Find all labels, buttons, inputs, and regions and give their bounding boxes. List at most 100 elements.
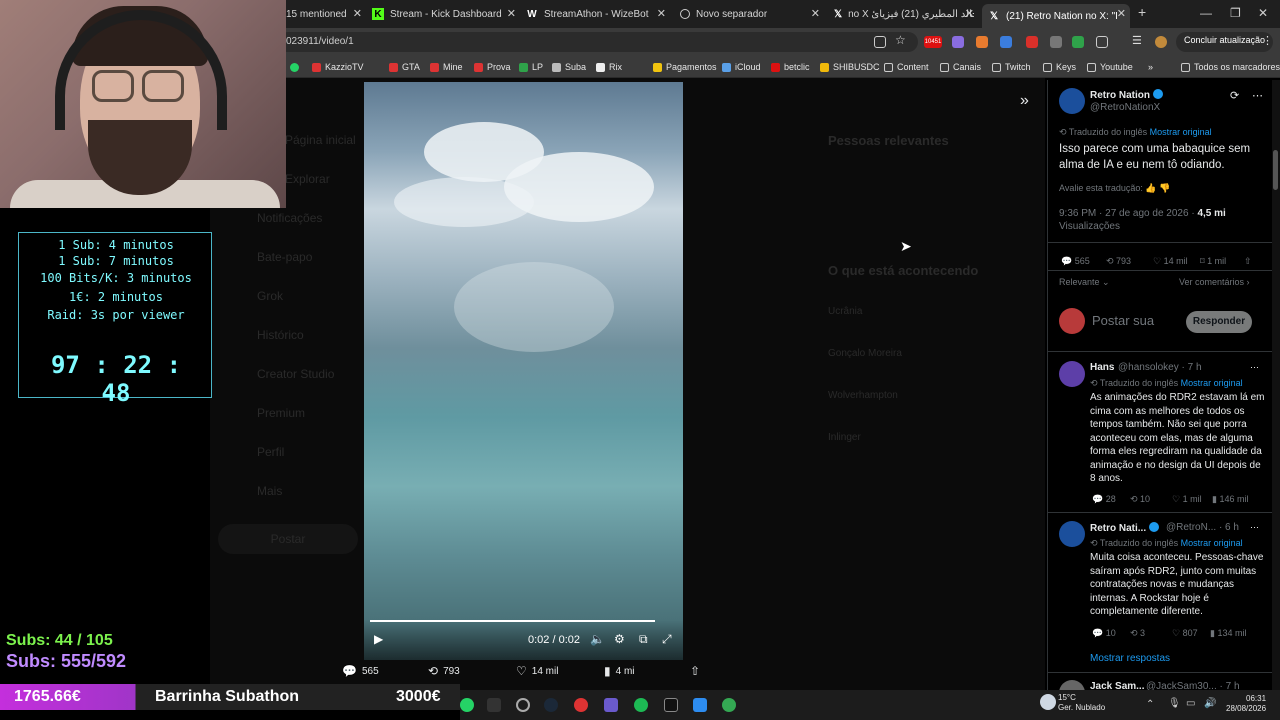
bookmark-pagamentos[interactable]: Pagamentos — [653, 60, 717, 74]
tab-retro-nation[interactable]: 𝕏 (21) Retro Nation no X: "I ✕ — [982, 4, 1130, 28]
grok-icon[interactable]: ⟳ — [1230, 89, 1239, 102]
post-replies[interactable]: 💬 565 — [1061, 256, 1090, 267]
reply-reposts[interactable]: ⟲ 10 — [1130, 494, 1150, 505]
tab-wizebot[interactable]: W StreamAthon - WizeBot ✕ — [522, 4, 666, 24]
reply-replies[interactable]: 💬 10 — [1092, 628, 1116, 639]
play-icon[interactable]: ▶ — [374, 632, 383, 646]
video-player[interactable]: ▶ 0:02 / 0:02 🔈 ⚙ ⧉ ⤢ — [364, 82, 683, 660]
share-icon[interactable]: ⇧ — [1244, 256, 1252, 267]
reply-views[interactable]: ▮ 134 mil — [1210, 628, 1246, 639]
network-icon[interactable]: ▭ — [1186, 698, 1200, 712]
screen-cast-icon[interactable] — [874, 36, 886, 48]
more-bookmarks-icon[interactable]: » — [1148, 60, 1153, 74]
bookmark-content[interactable]: Content — [884, 60, 929, 74]
bookmark-rix[interactable]: Rix — [596, 60, 622, 74]
close-icon[interactable]: ✕ — [811, 7, 820, 20]
menu-list-icon[interactable]: ☰ — [1132, 34, 1144, 47]
reply-likes[interactable]: ♡ 1 mil — [1172, 494, 1202, 505]
opera-icon[interactable] — [574, 698, 588, 712]
post-author-handle[interactable]: @RetroNationX — [1090, 102, 1160, 113]
bookmark-lp[interactable]: LP — [519, 60, 543, 74]
tab-mentioned[interactable]: 15 mentioned ✕ — [286, 4, 362, 24]
bookmark-icloud[interactable]: iCloud — [722, 60, 761, 74]
bookmark-keys[interactable]: Keys — [1043, 60, 1076, 74]
minimize-icon[interactable]: — — [1200, 6, 1212, 20]
bookmark-betclic[interactable]: betclic — [771, 60, 810, 74]
puzzle-icon[interactable] — [1096, 36, 1108, 48]
bookmark-shibusdc[interactable]: SHIBUSDC — [820, 60, 880, 74]
more-icon[interactable]: ⋯ — [1252, 89, 1263, 102]
bookmark-kazziotv[interactable]: KazzioTV — [312, 60, 364, 74]
video-reposts[interactable]: ⟲ 793 — [428, 664, 460, 678]
show-original-link[interactable]: Mostrar original — [1150, 127, 1212, 137]
reply-views[interactable]: ▮ 146 mil — [1212, 494, 1248, 505]
close-icon[interactable]: ✕ — [657, 7, 666, 20]
reply-author-handle[interactable]: @hansolokey · 7 h — [1118, 362, 1202, 373]
star-icon[interactable]: ☆ — [895, 33, 907, 47]
avatar[interactable] — [1059, 521, 1085, 547]
weather-icon[interactable] — [1040, 694, 1056, 710]
all-bookmarks[interactable]: Todos os marcadores — [1181, 60, 1280, 74]
show-original-link[interactable]: Mostrar original — [1181, 378, 1243, 388]
reply-author-name[interactable]: Jack Sam... — [1090, 681, 1144, 690]
more-icon[interactable]: ⋯ — [1250, 362, 1259, 373]
new-tab-icon[interactable]: + — [1138, 4, 1146, 20]
my-avatar[interactable] — [1059, 308, 1085, 334]
chevron-up-icon[interactable]: ⌃ — [1146, 699, 1160, 713]
notepad-icon[interactable] — [693, 698, 707, 712]
scrollbar-thumb[interactable] — [1273, 150, 1278, 190]
extension-icon[interactable] — [976, 36, 988, 48]
show-replies-link[interactable]: Mostrar respostas — [1090, 653, 1170, 664]
post-bookmarks[interactable]: ⌑ 1 mil — [1200, 256, 1226, 267]
extension-badge[interactable]: 10451 — [924, 36, 942, 48]
video-replies[interactable]: 💬 565 — [342, 664, 379, 678]
avatar[interactable] — [1059, 88, 1085, 114]
tab-kick-dashboard[interactable]: K Stream - Kick Dashboard ✕ — [368, 4, 516, 24]
close-icon[interactable]: ✕ — [965, 7, 974, 20]
reply-likes[interactable]: ♡ 807 — [1172, 628, 1198, 639]
reply-button[interactable]: Responder — [1186, 311, 1252, 333]
reply-replies[interactable]: 💬 28 — [1092, 494, 1116, 505]
bookmark-canais[interactable]: Canais — [940, 60, 981, 74]
tab-x-arabic[interactable]: 𝕏 no X خالد المطيري (21) فيزيائ ✕ — [830, 4, 974, 24]
extension-icon[interactable] — [1026, 36, 1038, 48]
volume-icon[interactable]: 🔊 — [1204, 698, 1218, 712]
close-icon[interactable]: ✕ — [1117, 7, 1126, 20]
post-author-name[interactable]: Retro Nation — [1090, 89, 1163, 101]
avatar[interactable] — [1059, 361, 1085, 387]
video-views[interactable]: ▮ 4 mi — [604, 664, 635, 678]
bookmark-gta[interactable]: GTA — [389, 60, 420, 74]
bookmark-prova[interactable]: Prova — [474, 60, 511, 74]
spotify-icon[interactable] — [634, 698, 648, 712]
volume-icon[interactable]: 🔈 — [590, 632, 605, 646]
extension-icon[interactable] — [1072, 36, 1084, 48]
video-progress-bar[interactable] — [370, 620, 655, 622]
reply-author-name[interactable]: Retro Nati... — [1090, 522, 1160, 534]
extension-icon[interactable] — [1050, 36, 1062, 48]
maximize-icon[interactable]: ❐ — [1230, 6, 1241, 20]
settings-icon[interactable]: ⚙ — [614, 632, 625, 646]
app-icon[interactable] — [516, 698, 530, 712]
bookmark-twitch[interactable]: Twitch — [992, 60, 1031, 74]
bookmark-suba[interactable]: Suba — [552, 60, 586, 74]
bookmark-youtube[interactable]: Youtube — [1087, 60, 1133, 74]
app-grid-icon[interactable] — [604, 698, 618, 712]
extension-icon[interactable] — [952, 36, 964, 48]
avatar[interactable] — [1059, 680, 1085, 690]
reply-input[interactable]: Postar sua — [1092, 313, 1154, 328]
system-clock[interactable]: 06:31 28/08/2026 — [1226, 694, 1266, 714]
close-icon[interactable]: ✕ — [353, 7, 362, 20]
sort-dropdown[interactable]: Relevante ⌄ — [1059, 277, 1110, 288]
bookmark-mine[interactable]: Mine — [430, 60, 463, 74]
whatsapp-bookmark[interactable] — [290, 60, 303, 74]
see-comments-link[interactable]: Ver comentários › — [1179, 277, 1250, 287]
close-icon[interactable]: ✕ — [507, 7, 516, 20]
show-original-link[interactable]: Mostrar original — [1181, 538, 1243, 548]
thumbs-up-icon[interactable]: 👍 — [1145, 183, 1156, 193]
video-likes[interactable]: ♡ 14 mil — [516, 664, 558, 678]
reply-author-handle[interactable]: @RetroN... · 6 h — [1166, 522, 1239, 533]
chrome-icon[interactable] — [722, 698, 736, 712]
fullscreen-icon[interactable]: ⤢ — [662, 632, 672, 647]
steam-icon[interactable] — [544, 698, 558, 712]
reply-author-name[interactable]: Hans — [1090, 362, 1114, 373]
